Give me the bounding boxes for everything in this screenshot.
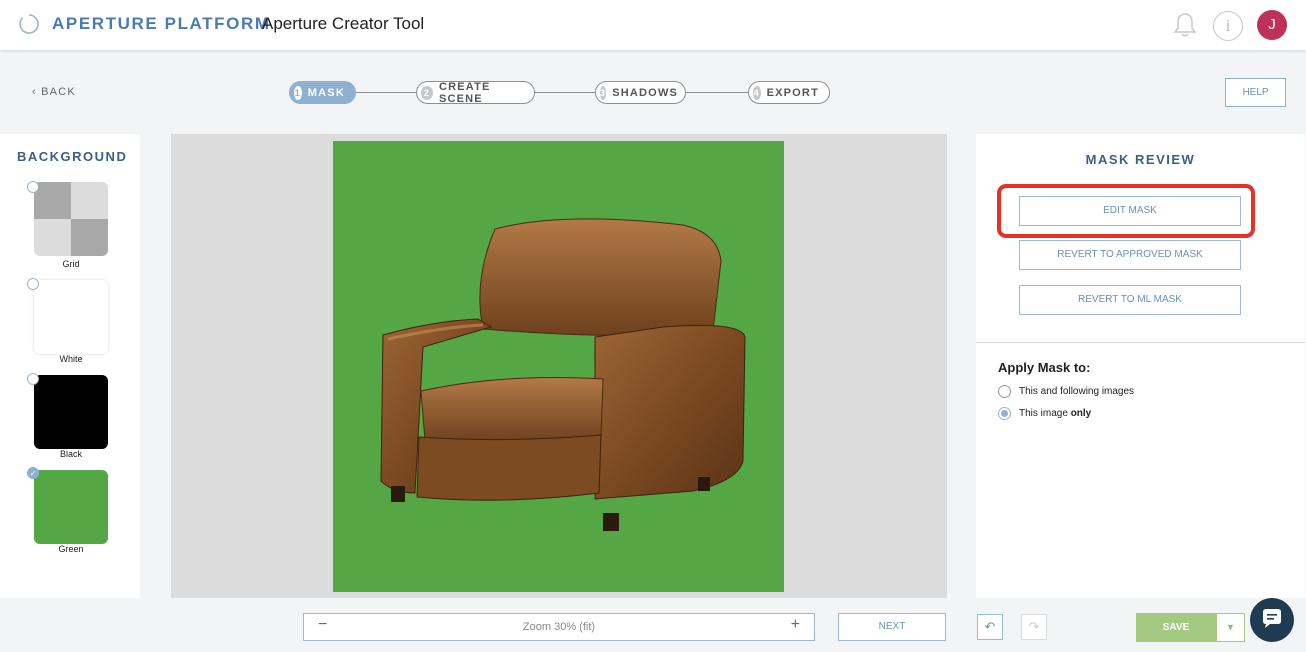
radio-grid[interactable] [27, 181, 39, 193]
zoom-control: − Zoom 30% (fit) + [303, 613, 815, 641]
next-button[interactable]: NEXT [838, 613, 946, 641]
mask-review-panel: MASK REVIEW EDIT MASK REVERT TO APPROVED… [976, 134, 1305, 598]
step-label: SHADOWS [612, 86, 679, 99]
radio-selected[interactable] [998, 407, 1011, 420]
avatar[interactable]: J [1257, 10, 1287, 40]
image-canvas[interactable] [333, 141, 784, 592]
zoom-level: Zoom 30% (fit) [522, 621, 596, 633]
help-button[interactable]: HELP [1225, 78, 1286, 107]
chat-bubble-icon[interactable] [1250, 598, 1294, 642]
step-number: 2 [421, 85, 433, 100]
swatch-white[interactable] [34, 280, 108, 354]
brand-name[interactable]: APERTURE PLATFORM [52, 14, 271, 34]
radio-white[interactable] [27, 278, 39, 290]
save-button[interactable]: SAVE [1136, 613, 1216, 642]
step-shadows[interactable]: 3 SHADOWS [595, 81, 686, 104]
back-label: BACK [41, 86, 76, 98]
radio-unselected[interactable] [998, 385, 1011, 398]
revert-ml-mask-button[interactable]: REVERT TO ML MASK [1019, 285, 1241, 315]
radio-black[interactable] [27, 373, 39, 385]
back-link[interactable]: ‹ BACK [32, 86, 76, 98]
edit-mask-button[interactable]: EDIT MASK [1019, 196, 1241, 226]
swatch-label-green: Green [58, 544, 84, 554]
step-label: CREATE SCENE [438, 80, 491, 105]
leather-armchair-image [380, 218, 746, 531]
swatch-green[interactable] [34, 470, 108, 544]
background-panel: BACKGROUND Grid White Black ✓ Green [0, 134, 140, 598]
apply-mask-title: Apply Mask to: [998, 360, 1091, 375]
swatch-grid[interactable] [34, 182, 108, 256]
step-connector [356, 92, 416, 93]
swatch-label-black: Black [59, 449, 82, 459]
undo-icon[interactable]: ↶ [977, 614, 1003, 640]
revert-approved-mask-button[interactable]: REVERT TO APPROVED MASK [1019, 240, 1241, 270]
save-dropdown-caret-icon[interactable]: ▼ [1216, 613, 1245, 642]
apply-option-this-only[interactable]: This image only [998, 407, 1091, 420]
step-create-scene[interactable]: 2 CREATE SCENE [416, 80, 535, 105]
app-name: Aperture Creator Tool [262, 14, 425, 33]
radio-green-checked[interactable]: ✓ [27, 467, 39, 479]
step-connector [535, 92, 595, 93]
step-label: EXPORT [766, 86, 819, 99]
option-label-prefix: This image [1019, 408, 1071, 419]
mask-review-title: MASK REVIEW [1085, 152, 1196, 167]
background-title: BACKGROUND [17, 149, 128, 164]
swatch-black[interactable] [34, 375, 108, 449]
top-bar: APERTURE PLATFORM Aperture Creator Tool … [0, 0, 1306, 50]
redo-icon[interactable]: ↷ [1021, 614, 1047, 640]
step-number: 4 [753, 85, 761, 100]
swatch-label-white: White [59, 354, 83, 364]
step-mask[interactable]: 1 MASK [289, 81, 356, 104]
loading-circle-icon [19, 14, 39, 34]
zoom-in-button[interactable]: + [791, 616, 800, 634]
step-export[interactable]: 4 EXPORT [748, 81, 830, 104]
canvas-area [171, 134, 947, 598]
chat-icon-glyph [1263, 609, 1281, 628]
info-icon[interactable]: i [1213, 11, 1243, 41]
option-label: This and following images [1019, 386, 1135, 397]
option-label-bold: only [1070, 408, 1092, 419]
step-number: 1 [294, 85, 302, 100]
step-number: 3 [600, 85, 607, 100]
step-connector [686, 92, 748, 93]
step-label: MASK [307, 86, 345, 99]
divider [976, 342, 1305, 343]
bell-icon[interactable] [1172, 11, 1198, 39]
swatch-label-grid: Grid [62, 259, 80, 269]
apply-option-following[interactable]: This and following images [998, 385, 1134, 398]
